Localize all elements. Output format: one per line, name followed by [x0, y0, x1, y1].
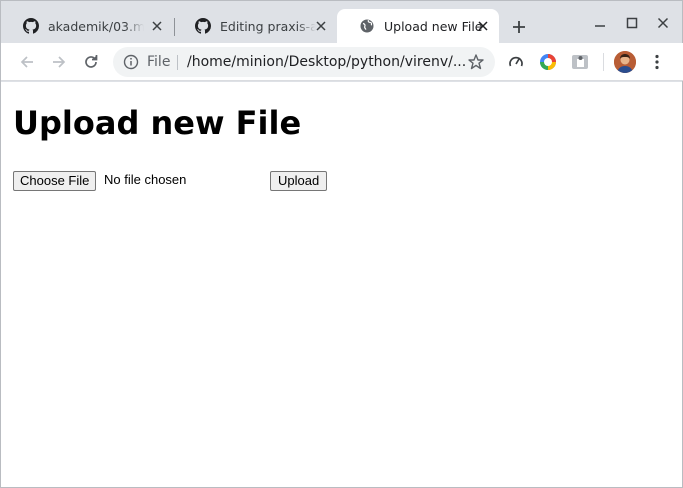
tab-title: Editing praxis-aca	[220, 18, 316, 34]
upload-button[interactable]: Upload	[270, 171, 328, 191]
tab-upload-new-file[interactable]: Upload new File	[337, 9, 499, 43]
close-icon[interactable]	[149, 18, 165, 34]
github-icon	[195, 18, 211, 34]
kebab-menu-icon	[655, 54, 659, 70]
minimize-icon	[595, 25, 605, 27]
speedometer-icon	[509, 56, 523, 67]
tab-title: akademik/03.md	[48, 18, 144, 34]
maximize-button[interactable]	[623, 14, 641, 32]
browser-window: akademik/03.md Editing praxis-aca Upload…	[0, 0, 683, 488]
file-status-text: No file chosen	[104, 172, 187, 187]
puzzle-extension[interactable]	[571, 53, 589, 71]
tab-title: Upload new File	[384, 18, 483, 34]
tab-akademik[interactable]: akademik/03.md	[1, 9, 173, 43]
forward-arrow-icon	[53, 56, 66, 68]
back-button[interactable]	[17, 52, 37, 72]
github-icon	[23, 18, 39, 34]
color-extension[interactable]	[539, 53, 557, 71]
page-heading: Upload new File	[13, 104, 302, 142]
close-icon[interactable]	[313, 18, 329, 34]
tab-strip: akademik/03.md Editing praxis-aca Upload…	[1, 1, 683, 43]
browser-toolbar: File /home/minion/Desktop/python/virenv/…	[1, 43, 683, 81]
close-icon[interactable]	[475, 18, 491, 34]
chrome-color-icon	[540, 54, 556, 70]
forward-button[interactable]	[49, 52, 69, 72]
url-text[interactable]: /home/minion/Desktop/python/virenv/...	[187, 54, 467, 70]
address-bar[interactable]: File /home/minion/Desktop/python/virenv/…	[113, 47, 495, 77]
extension-puzzle-icon	[572, 55, 588, 69]
avatar-icon	[614, 51, 636, 73]
choose-file-button[interactable]: Choose File	[13, 171, 97, 191]
new-tab-button[interactable]	[510, 18, 528, 36]
reload-button[interactable]	[81, 52, 101, 72]
reload-icon	[85, 55, 98, 68]
globe-icon	[359, 18, 375, 34]
maximize-icon	[626, 17, 638, 29]
back-arrow-icon	[20, 56, 33, 68]
omnibox-divider	[177, 55, 178, 70]
speedometer-extension[interactable]	[507, 53, 525, 71]
tab-editing-praxis[interactable]: Editing praxis-aca	[173, 9, 337, 43]
info-icon[interactable]	[123, 54, 139, 70]
minimize-button[interactable]	[591, 14, 609, 32]
plus-icon	[513, 21, 525, 33]
browser-menu-button[interactable]	[648, 53, 666, 71]
url-scheme-label: File	[147, 54, 171, 70]
close-window-button[interactable]	[654, 14, 672, 32]
close-window-icon	[657, 17, 669, 29]
profile-avatar[interactable]	[614, 51, 636, 73]
page-content: Upload new File Choose File No file chos…	[1, 82, 682, 487]
toolbar-divider	[603, 53, 604, 71]
bookmark-star-icon[interactable]	[467, 53, 485, 71]
